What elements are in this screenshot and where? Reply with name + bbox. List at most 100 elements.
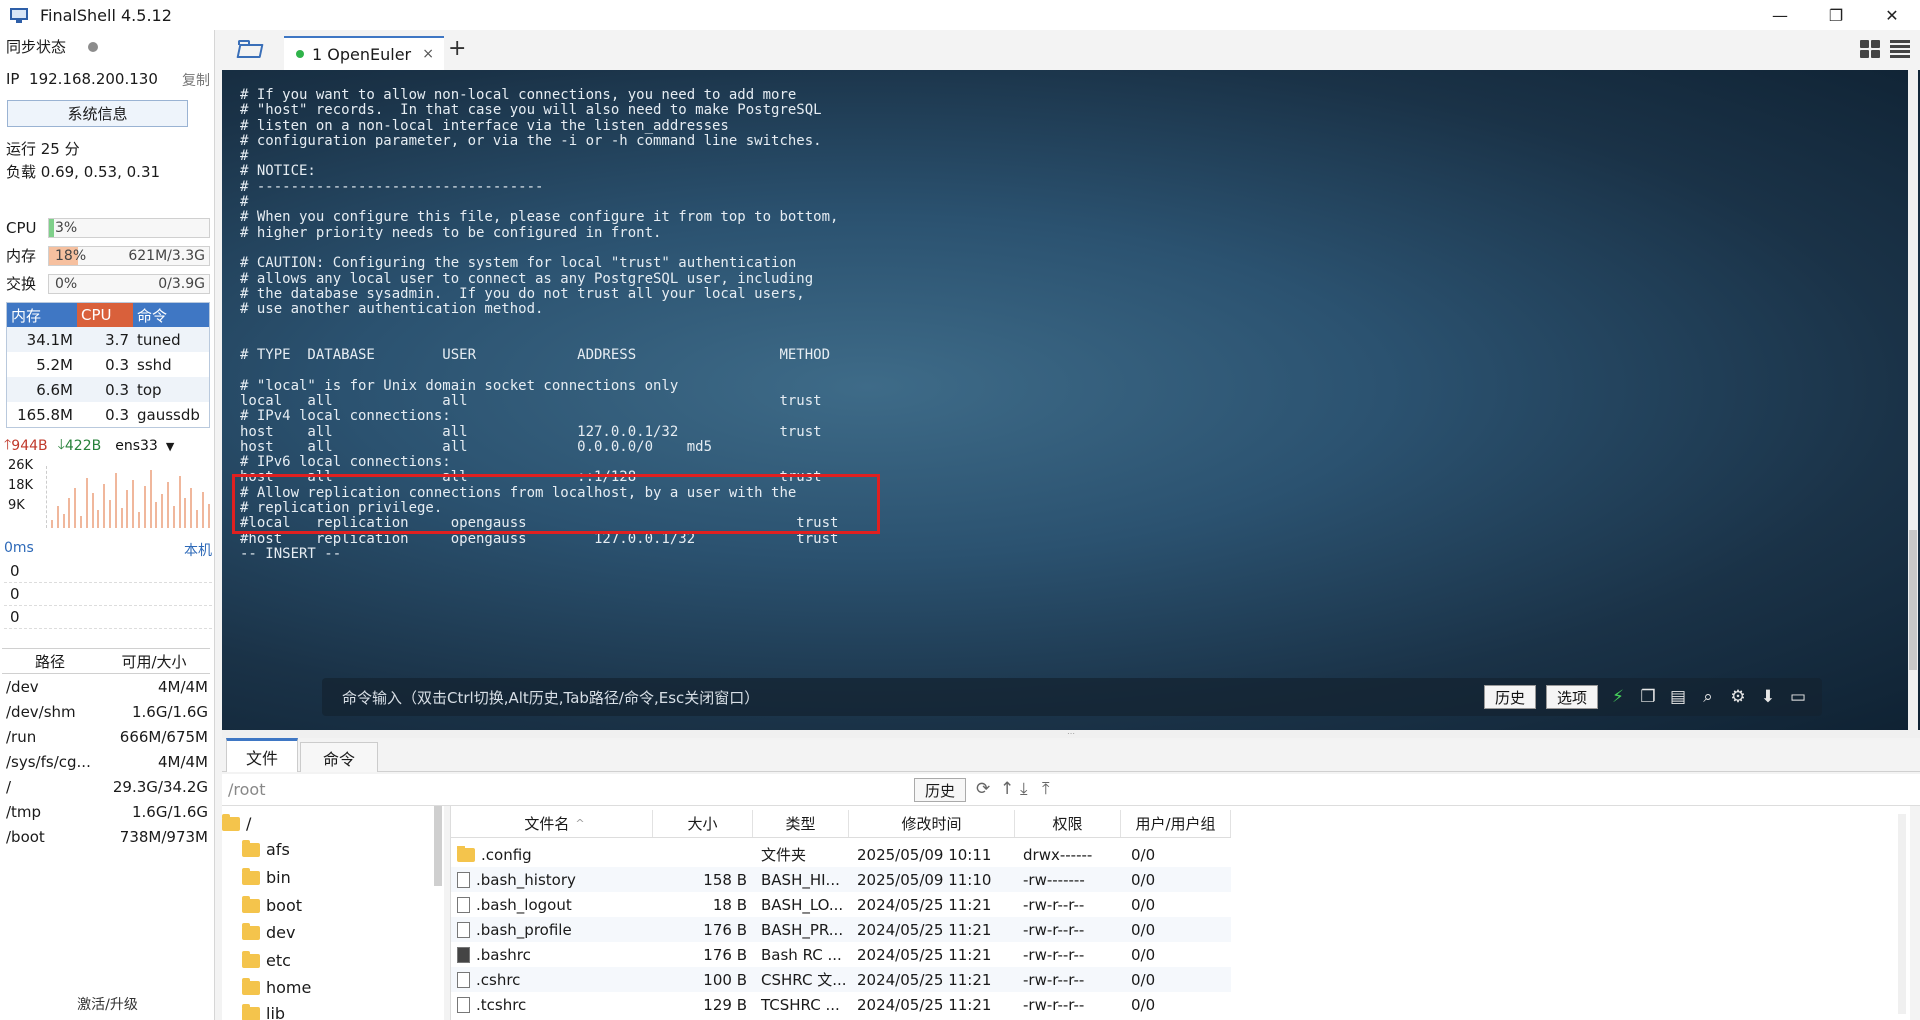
header-size[interactable]: 大小	[653, 810, 753, 837]
net-y-label: 18K	[8, 478, 34, 493]
file-row[interactable]: .config 文件夹 2025/05/09 10:11 drwx------ 0/0	[451, 842, 1231, 867]
upload-file-icon[interactable]: ⤒	[1042, 779, 1050, 799]
file-owner: 0/0	[1131, 845, 1156, 864]
disk-row[interactable]: /dev/shm 1.6G/1.6G	[2, 699, 210, 724]
open-folder-icon[interactable]	[236, 38, 266, 60]
disk-row[interactable]: /sys/fs/cg... 4M/4M	[2, 749, 210, 774]
path-input[interactable]: /root	[228, 780, 265, 799]
process-header-command[interactable]: 命令	[133, 303, 209, 327]
tab-files[interactable]: 文件	[226, 738, 298, 772]
search-icon[interactable]: ⌕	[1698, 687, 1718, 707]
tree-scrollbar[interactable]	[434, 806, 442, 886]
download-file-icon[interactable]: ⤓	[1020, 779, 1028, 799]
ping-panel: 0ms 本机 0 0 0	[4, 540, 212, 629]
options-button[interactable]: 选项	[1545, 685, 1598, 709]
command-input-bar[interactable]: 命令输入（双击Ctrl切换,Alt历史,Tab路径/命令,Esc关闭窗口） 历史…	[322, 678, 1822, 716]
tree-node[interactable]: etc	[242, 950, 291, 970]
file-row[interactable]: .bash_history 158 B BASH_HI... 2025/05/09 1…	[451, 867, 1231, 892]
header-filename[interactable]: 文件名 ^	[451, 810, 653, 837]
process-cpu: 3.7	[105, 330, 129, 349]
header-type[interactable]: 类型	[753, 810, 849, 837]
copy-ip-button[interactable]: 复制	[182, 70, 210, 90]
file-type: BASH_HI...	[761, 870, 840, 889]
terminal-scrollbar[interactable]	[1908, 70, 1918, 730]
download-icon[interactable]: ⬇	[1758, 687, 1778, 707]
terminal-view[interactable]: # If you want to allow non-local connect…	[222, 70, 1920, 730]
process-row[interactable]: 5.2M 0.3 sshd	[7, 352, 209, 377]
disk-row[interactable]: /run 666M/675M	[2, 724, 210, 749]
process-row[interactable]: 6.6M 0.3 top	[7, 377, 209, 402]
network-graph-bar	[85, 478, 88, 528]
tree-node[interactable]: home	[242, 977, 311, 997]
file-row[interactable]: .bashrc 176 B Bash RC ... 2024/05/25 11:21 -…	[451, 942, 1231, 967]
file-panel-tabs: 文件 命令	[222, 738, 1920, 772]
disk-path: /tmp	[6, 802, 42, 821]
cpu-percent: 3%	[55, 219, 78, 236]
file-name: .bashrc	[476, 945, 531, 964]
file-row[interactable]: .tcshrc 129 B TCSHRC ... 2024/05/25 11:21 -r…	[451, 992, 1231, 1017]
disk-row[interactable]: /tmp 1.6G/1.6G	[2, 799, 210, 824]
lightning-icon[interactable]: ⚡	[1608, 687, 1628, 707]
ping-value: 0	[4, 608, 212, 629]
tree-node[interactable]: boot	[242, 895, 302, 915]
parent-dir-icon[interactable]: ↑	[1000, 779, 1014, 799]
tree-node[interactable]: dev	[242, 922, 295, 942]
panel-splitter[interactable]: ⋯	[222, 730, 1920, 738]
minimize-button[interactable]: —	[1752, 0, 1808, 30]
file-row[interactable]: .bash_logout 18 B BASH_LO... 2024/05/25 11:…	[451, 892, 1231, 917]
paste-icon[interactable]: ▤	[1668, 687, 1688, 707]
terminal-line: # allows any local user to connect as an…	[240, 270, 814, 287]
system-info-button[interactable]: 系统信息	[7, 100, 188, 127]
disk-row[interactable]: / 29.3G/34.2G	[2, 774, 210, 799]
terminal-line: # configuration parameter, or via the -i…	[240, 132, 822, 149]
grid-layout-icon[interactable]	[1860, 40, 1880, 58]
disk-row[interactable]: /dev 4M/4M	[2, 674, 210, 699]
terminal-line: # use another authentication method.	[240, 301, 544, 318]
file-list-header: 文件名 ^ 大小 类型 修改时间 权限 用户/用户组	[451, 810, 1231, 838]
gear-icon[interactable]: ⚙	[1728, 687, 1748, 707]
chevron-down-icon[interactable]: ▼	[166, 440, 174, 453]
process-row[interactable]: 165.8M 0.3 gaussdb	[7, 402, 209, 427]
history-button[interactable]: 历史	[1483, 685, 1536, 709]
tree-node-root[interactable]: /	[222, 813, 251, 833]
process-header-cpu[interactable]: CPU	[77, 303, 133, 327]
file-row[interactable]: .cshrc 100 B CSHRC 文... 2024/05/25 11:21 -rw…	[451, 967, 1231, 992]
copy-icon[interactable]: ❐	[1638, 687, 1658, 707]
window-icon[interactable]: ▭	[1788, 687, 1808, 707]
add-tab-button[interactable]: +	[448, 36, 466, 61]
menu-icon[interactable]	[1890, 40, 1910, 58]
file-owner: 0/0	[1131, 970, 1156, 989]
restore-button[interactable]: ❐	[1808, 0, 1864, 30]
process-row[interactable]: 34.1M 3.7 tuned	[7, 327, 209, 352]
file-list-scrollbar[interactable]	[1898, 814, 1906, 1014]
network-interface-select[interactable]: ens33	[115, 438, 158, 454]
header-modified[interactable]: 修改时间	[849, 810, 1015, 837]
process-header-memory[interactable]: 内存	[7, 303, 77, 327]
refresh-icon[interactable]: ⟳	[976, 779, 990, 799]
file-permissions: -rw-------	[1023, 870, 1085, 889]
swap-percent: 0%	[55, 275, 78, 292]
tree-node[interactable]: afs	[242, 839, 290, 859]
tab-commands[interactable]: 命令	[300, 742, 378, 772]
net-y-label: 26K	[8, 458, 34, 473]
tab-openeuler[interactable]: 1 OpenEuler ×	[284, 36, 444, 70]
command-input-hint[interactable]: 命令输入（双击Ctrl切换,Alt历史,Tab路径/命令,Esc关闭窗口）	[342, 687, 759, 708]
file-modified: 2024/05/25 11:21	[857, 945, 992, 964]
ping-target[interactable]: 本机	[184, 540, 212, 560]
tree-node[interactable]: bin	[242, 867, 291, 887]
disk-header-size[interactable]: 可用/大小	[98, 651, 210, 672]
tree-node[interactable]: lib	[242, 1003, 285, 1020]
header-owner[interactable]: 用户/用户组	[1121, 810, 1231, 837]
close-window-button[interactable]: ✕	[1864, 0, 1920, 30]
activate-upgrade-link[interactable]: 激活/升级	[0, 994, 215, 1014]
path-history-button[interactable]: 历史	[914, 778, 966, 802]
disk-header-path[interactable]: 路径	[2, 651, 98, 672]
file-row[interactable]: .bash_profile 176 B BASH_PR... 2024/05/25 1…	[451, 917, 1231, 942]
close-tab-icon[interactable]: ×	[422, 46, 434, 62]
uptime: 运行 25 分	[6, 140, 80, 158]
disk-row[interactable]: /boot 738M/973M	[2, 824, 210, 849]
header-permissions[interactable]: 权限	[1015, 810, 1121, 837]
